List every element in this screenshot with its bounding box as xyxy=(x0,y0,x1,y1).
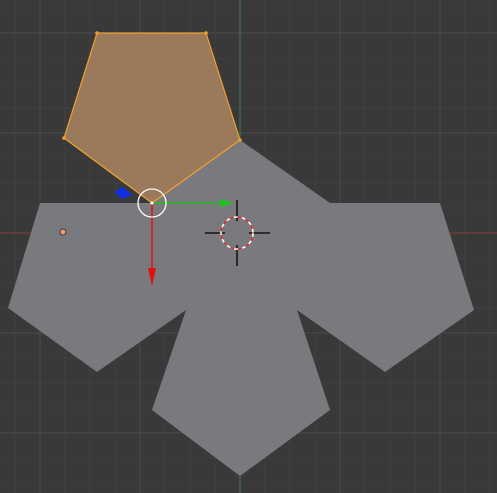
selected-vertex[interactable] xyxy=(238,138,242,142)
gizmo-center-dot xyxy=(150,201,154,205)
gizmo-z-arrowhead[interactable] xyxy=(114,187,132,199)
selected-vertex[interactable] xyxy=(204,31,208,35)
selected-vertex[interactable] xyxy=(62,136,66,140)
object-origin-icon xyxy=(59,228,67,236)
selected-vertex[interactable] xyxy=(95,31,99,35)
viewport-canvas[interactable] xyxy=(0,0,497,493)
mesh-face-unselected[interactable] xyxy=(8,140,474,476)
3d-viewport[interactable] xyxy=(0,0,497,493)
